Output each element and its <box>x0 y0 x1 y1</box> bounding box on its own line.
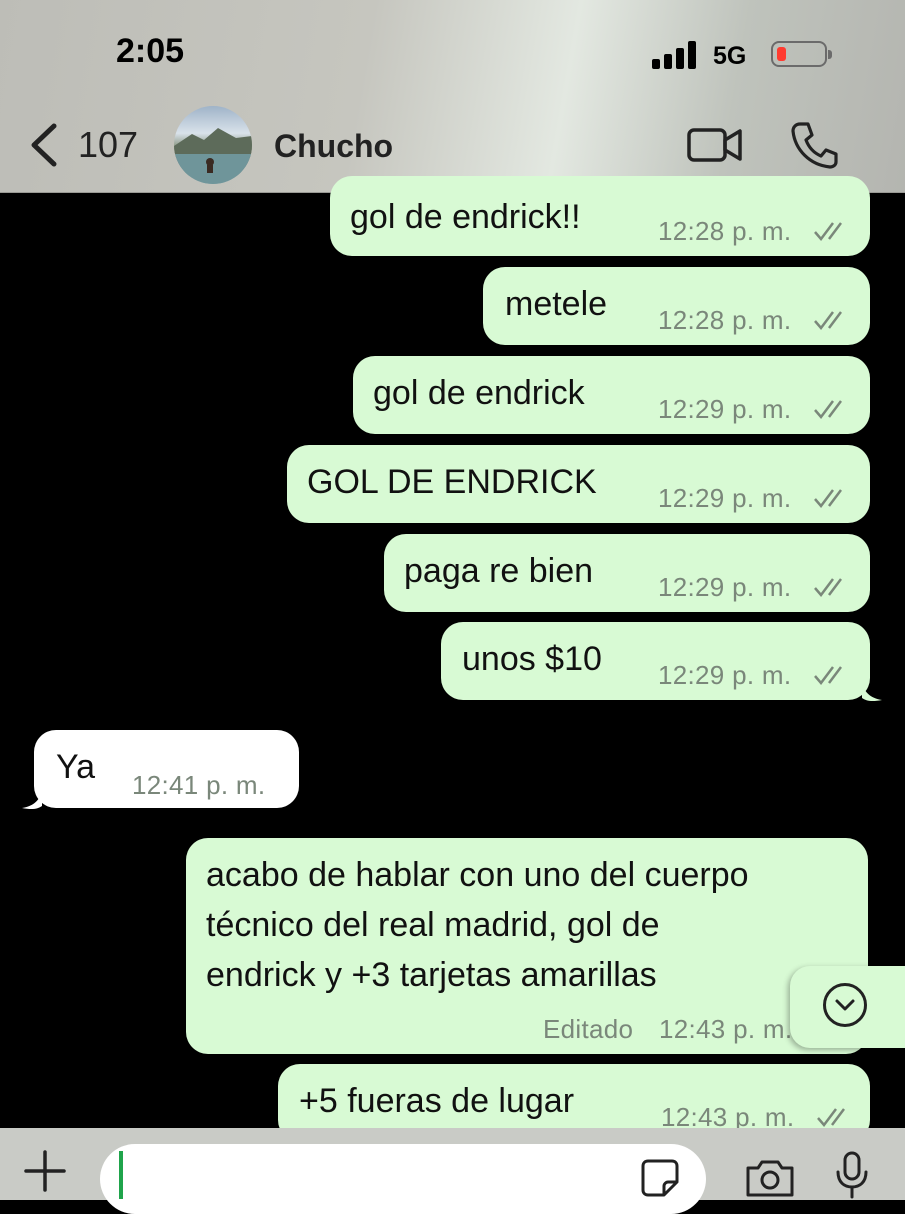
read-receipt-icon <box>814 311 842 330</box>
message-time: 12:28 p. m. <box>658 305 792 335</box>
read-receipt-icon <box>814 578 842 597</box>
chevron-down-icon <box>823 983 867 1027</box>
message-text: paga re bien <box>404 552 594 590</box>
message-text: Ya <box>56 748 96 786</box>
message-time: 12:29 p. m. <box>658 660 792 690</box>
status-time: 2:05 <box>116 32 185 70</box>
unread-count[interactable]: 107 <box>78 124 138 166</box>
message-text: GOL DE ENDRICK <box>307 463 597 501</box>
back-chevron-icon[interactable] <box>26 120 72 170</box>
microphone-icon[interactable] <box>832 1150 872 1200</box>
edited-label: Editado <box>543 1014 634 1044</box>
message-text: +5 fueras de lugar <box>299 1082 575 1120</box>
plus-icon[interactable] <box>22 1148 68 1194</box>
read-receipt-icon <box>814 666 842 685</box>
read-receipt-icon <box>817 1108 845 1127</box>
read-receipt-icon <box>814 400 842 419</box>
message-text-line: acabo de hablar con uno del cuerpo <box>206 856 749 894</box>
signal-icon <box>652 41 698 69</box>
network-type: 5G <box>713 42 747 70</box>
read-receipt-icon <box>814 489 842 508</box>
message-text: unos $10 <box>462 640 602 678</box>
message-time: 12:29 p. m. <box>658 394 792 424</box>
message-bubble[interactable]: gol de endrick 12:29 p. m. <box>353 356 870 434</box>
message-text: gol de endrick!! <box>350 198 581 236</box>
message-bubble[interactable]: acabo de hablar con uno del cuerpo técni… <box>186 838 868 1054</box>
contact-name[interactable]: Chucho <box>274 128 393 165</box>
bubble-tail <box>862 682 882 702</box>
message-text-line: técnico del real madrid, gol de <box>206 906 660 944</box>
message-bubble[interactable]: paga re bien 12:29 p. m. <box>384 534 870 612</box>
phone-icon[interactable] <box>790 120 840 170</box>
message-time: 12:29 p. m. <box>658 483 792 513</box>
text-caret <box>119 1151 123 1199</box>
message-bubble[interactable]: gol de endrick!! 12:28 p. m. <box>330 176 870 256</box>
bubble-tail <box>22 790 42 810</box>
message-time: 12:29 p. m. <box>658 572 792 602</box>
message-text: metele <box>505 285 608 323</box>
message-time: 12:43 p. m. <box>659 1014 793 1044</box>
message-bubble-incoming[interactable]: Ya 12:41 p. m. <box>34 730 299 808</box>
avatar[interactable] <box>174 106 252 184</box>
message-bubble[interactable]: GOL DE ENDRICK 12:29 p. m. <box>287 445 870 523</box>
message-bubble[interactable]: metele 12:28 p. m. <box>483 267 870 345</box>
sticker-icon[interactable] <box>640 1158 680 1198</box>
chat-header: 2:05 5G 107 Chucho <box>0 0 905 193</box>
read-receipt-icon <box>814 222 842 241</box>
battery-icon <box>771 41 832 67</box>
message-text: gol de endrick <box>373 374 585 412</box>
message-time: 12:28 p. m. <box>658 216 792 246</box>
message-bubble[interactable]: unos $10 12:29 p. m. <box>441 622 870 700</box>
message-input[interactable] <box>100 1144 706 1214</box>
message-time: 12:41 p. m. <box>132 770 266 800</box>
scroll-to-bottom-button[interactable] <box>790 966 905 1048</box>
video-call-icon[interactable] <box>686 124 744 166</box>
camera-icon[interactable] <box>744 1158 796 1198</box>
message-text-line: endrick y +3 tarjetas amarillas <box>206 956 657 994</box>
